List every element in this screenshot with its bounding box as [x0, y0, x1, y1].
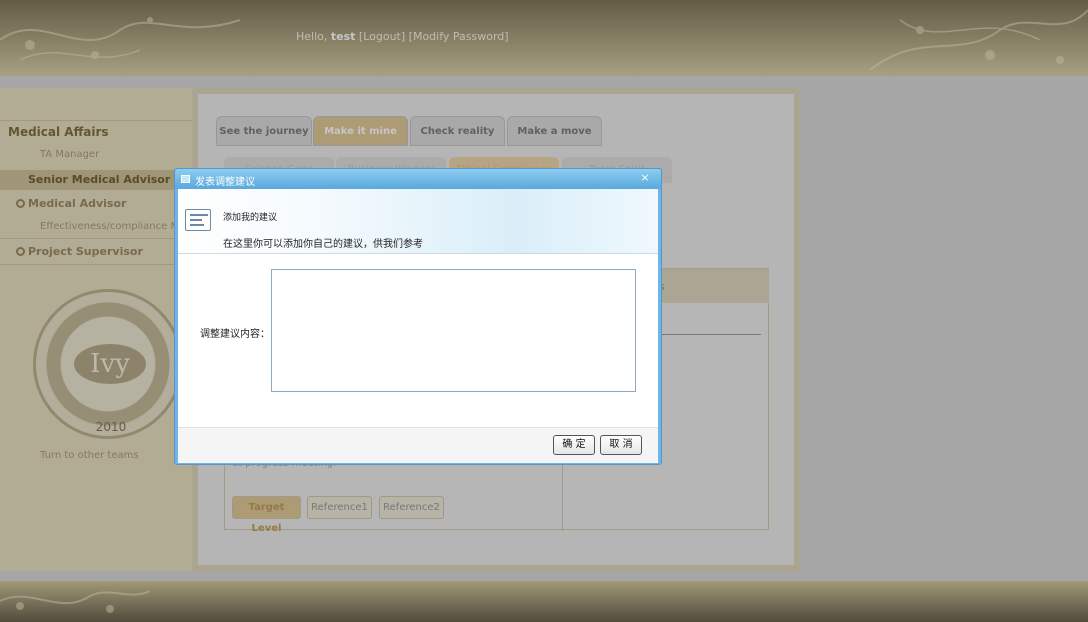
window-icon — [181, 175, 190, 183]
dialog-body: 添加我的建议 在这里你可以添加你自己的建议，供我们参考 调整建议内容： 确 定 … — [178, 189, 658, 463]
form-window-icon — [185, 209, 211, 231]
banner-description: 在这里你可以添加你自己的建议，供我们参考 — [223, 239, 423, 250]
dialog-titlebar[interactable]: 发表调整建议 × — [175, 169, 661, 189]
dialog-footer: 确 定 取 消 — [178, 427, 658, 463]
dialog-banner: 添加我的建议 在这里你可以添加你自己的建议，供我们参考 — [178, 189, 658, 254]
confirm-button[interactable]: 确 定 — [553, 435, 595, 455]
suggestion-dialog: 发表调整建议 × 添加我的建议 在这里你可以添加你自己的建议，供我们参考 调整建… — [174, 168, 662, 465]
suggestion-textarea[interactable] — [271, 269, 636, 392]
dialog-title: 发表调整建议 — [195, 177, 255, 188]
dialog-form: 调整建议内容： — [178, 254, 658, 427]
close-button[interactable]: × — [635, 170, 655, 186]
banner-title: 添加我的建议 — [223, 213, 278, 223]
suggestion-field-label: 调整建议内容： — [200, 329, 270, 340]
cancel-button[interactable]: 取 消 — [600, 435, 642, 455]
